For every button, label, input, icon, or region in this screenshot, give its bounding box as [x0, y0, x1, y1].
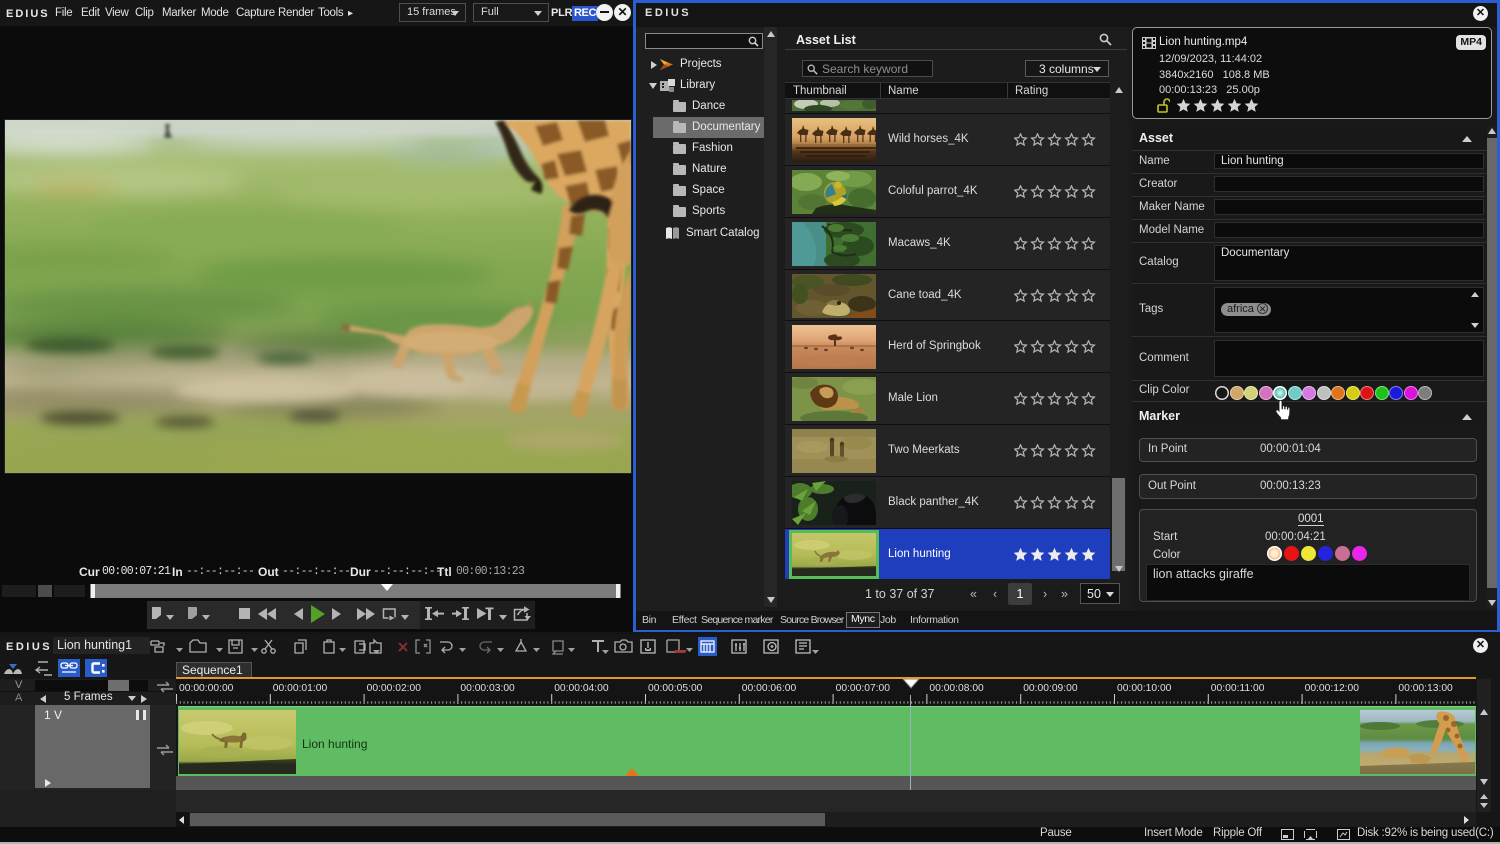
svg-text:00:00:04:00: 00:00:04:00 [554, 683, 609, 694]
svg-text:00:00:12:00: 00:00:12:00 [1305, 683, 1360, 694]
svg-text:00:00:06:00: 00:00:06:00 [742, 683, 797, 694]
svg-text:00:00:02:00: 00:00:02:00 [367, 683, 422, 694]
svg-text:00:00:11:00: 00:00:11:00 [1211, 683, 1265, 694]
svg-text:00:00:01:00: 00:00:01:00 [273, 683, 328, 694]
svg-text:00:00:13:00: 00:00:13:00 [1398, 683, 1453, 694]
svg-text:00:00:05:00: 00:00:05:00 [648, 683, 703, 694]
svg-text:00:00:10:00: 00:00:10:00 [1117, 683, 1172, 694]
svg-text:00:00:08:00: 00:00:08:00 [929, 683, 984, 694]
svg-text:00:00:03:00: 00:00:03:00 [460, 683, 515, 694]
svg-text:00:00:00:00: 00:00:00:00 [179, 683, 234, 694]
svg-text:00:00:07:00: 00:00:07:00 [836, 683, 891, 694]
svg-text:00:00:09:00: 00:00:09:00 [1023, 683, 1078, 694]
